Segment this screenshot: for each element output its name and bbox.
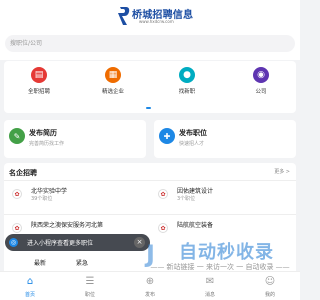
header: 桥城招聘信息 www.hxdcrw.com bbox=[0, 0, 300, 60]
search-bar[interactable] bbox=[5, 35, 295, 52]
more-link[interactable]: 更多 > bbox=[274, 168, 290, 175]
nav-label: 找新职 bbox=[178, 89, 196, 95]
tab-urgent[interactable]: 紧急 bbox=[76, 260, 88, 267]
nav-label: 公司 bbox=[255, 89, 267, 95]
search-input[interactable] bbox=[10, 38, 280, 49]
company-name: 陆航航空装备 bbox=[177, 222, 214, 229]
tab-profile[interactable]: ☺ 我的 bbox=[250, 275, 290, 300]
mini-program-banner[interactable]: ◎ 进入小程序查看更多职位 × bbox=[5, 234, 150, 251]
nav-label: 精选企业 bbox=[101, 89, 124, 95]
company-job-count: 3个职位 bbox=[177, 196, 196, 202]
company-logo-icon: ✿ bbox=[158, 189, 168, 199]
post-icon: ✚ bbox=[159, 128, 175, 144]
person-icon: ● bbox=[179, 67, 195, 83]
nav-item-find-job[interactable]: ● 找新职 bbox=[162, 67, 212, 105]
tab-label: 首页 bbox=[24, 292, 35, 298]
watermark-text: 自动秒收录 bbox=[179, 242, 274, 263]
tab-home[interactable]: ⌂ 首页 bbox=[10, 275, 50, 300]
tab-jobs[interactable]: ☰ 职位 bbox=[70, 275, 110, 300]
company-job-count: 39个职位 bbox=[31, 196, 53, 202]
briefcase-icon: ▤ bbox=[31, 67, 47, 83]
card-subtitle: 完善简历找工作 bbox=[29, 141, 65, 147]
tab-latest[interactable]: 最新 bbox=[34, 260, 46, 267]
tab-label: 职位 bbox=[84, 292, 95, 298]
company-name: 北华实验中学 bbox=[31, 188, 68, 195]
company-name: 因佑建筑设计 bbox=[177, 188, 214, 195]
home-icon: ⌂ bbox=[26, 276, 34, 287]
building-icon: ▦ bbox=[105, 67, 121, 83]
company-logo-icon: ✿ bbox=[12, 223, 22, 233]
post-resume-card[interactable]: ✎ 发布简历 完善简历找工作 bbox=[4, 120, 146, 158]
category-nav: ▤ 全职招聘 ▦ 精选企业 ● 找新职 ◉ 公司 bbox=[4, 61, 296, 113]
banner-text: 进入小程序查看更多职位 bbox=[27, 240, 94, 247]
tab-label: 消息 bbox=[204, 292, 215, 298]
tab-label: 我的 bbox=[264, 292, 275, 298]
job-list-tabs: 最新 紧急 bbox=[34, 258, 116, 267]
profile-icon: ☺ bbox=[264, 276, 276, 287]
mini-program-icon: ◎ bbox=[9, 238, 18, 247]
message-icon: ✉ bbox=[205, 276, 215, 287]
logo-icon bbox=[118, 7, 130, 25]
divider bbox=[4, 180, 296, 181]
resume-icon: ✎ bbox=[9, 128, 25, 144]
list-icon: ☰ bbox=[85, 276, 95, 287]
tab-messages[interactable]: ✉ 消息 bbox=[190, 275, 230, 300]
site-logo[interactable]: 桥城招聘信息 www.hxdcrw.com bbox=[117, 5, 193, 27]
watermark: J 自动秒收录 —— 新站链接 一 来访一次 一 自动收录 —— bbox=[146, 236, 294, 272]
company-logo-icon: ✿ bbox=[12, 189, 22, 199]
carousel-indicator bbox=[146, 107, 151, 109]
tab-post[interactable]: ⊕ 发布 bbox=[130, 275, 170, 300]
section-title: 名企招聘 bbox=[9, 169, 37, 177]
company-logo-icon: ✿ bbox=[158, 223, 168, 233]
bottom-tab-bar: ⌂ 首页 ☰ 职位 ⊕ 发布 ✉ 消息 ☺ 我的 bbox=[0, 271, 300, 300]
nav-label: 全职招聘 bbox=[27, 89, 50, 95]
card-subtitle: 快速招人才 bbox=[179, 141, 205, 147]
user-circle-icon: ◉ bbox=[253, 67, 269, 83]
plus-icon: ⊕ bbox=[145, 276, 155, 287]
logo-subtext: www.hxdcrw.com bbox=[139, 19, 174, 24]
tab-label: 发布 bbox=[144, 292, 155, 298]
company-name: 陕西荣之澳保安服务河北第 bbox=[31, 222, 104, 229]
company-item[interactable]: ✿ 北华实验中学 39个职位 bbox=[8, 186, 148, 210]
card-title: 发布职位 bbox=[179, 129, 207, 137]
nav-item-company[interactable]: ◉ 公司 bbox=[236, 67, 286, 105]
company-item[interactable]: ✿ 因佑建筑设计 3个职位 bbox=[154, 186, 294, 210]
nav-item-fulltime[interactable]: ▤ 全职招聘 bbox=[14, 67, 64, 105]
card-title: 发布简历 bbox=[29, 129, 57, 137]
nav-item-companies[interactable]: ▦ 精选企业 bbox=[88, 67, 138, 105]
close-icon[interactable]: × bbox=[134, 237, 145, 248]
divider bbox=[4, 214, 296, 215]
post-job-card[interactable]: ✚ 发布职位 快速招人才 bbox=[154, 120, 296, 158]
